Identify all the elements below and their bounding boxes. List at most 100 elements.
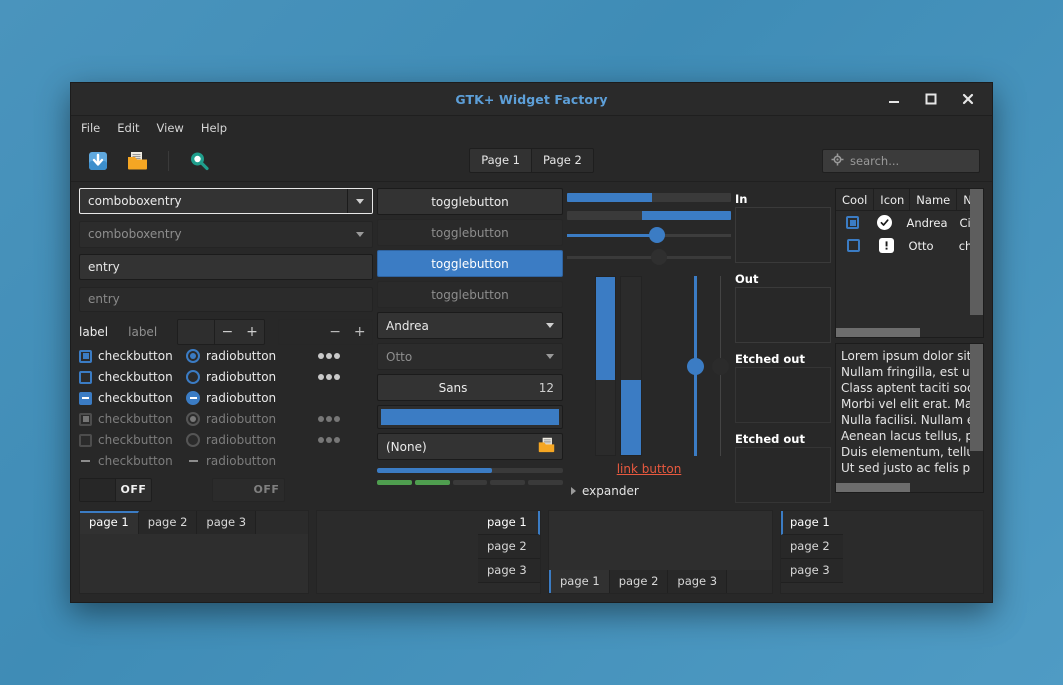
frame-title: Etched out — [735, 352, 809, 366]
entry-filled[interactable]: entry — [79, 254, 373, 280]
chevron-down-icon[interactable] — [347, 222, 372, 246]
checkbutton-item[interactable]: checkbutton — [79, 391, 186, 405]
search-wrap: search... — [822, 148, 980, 173]
spin-plus-button[interactable]: + — [347, 320, 372, 344]
table-row[interactable]: Otto ch — [836, 234, 983, 257]
file-chooser-button[interactable]: (None) — [377, 433, 563, 460]
vscale-fill-2[interactable] — [620, 276, 642, 456]
more-options-icon[interactable] — [318, 353, 340, 360]
column-header-name[interactable]: Name — [910, 189, 958, 210]
menu-view[interactable]: View — [157, 121, 184, 135]
radio-button[interactable] — [186, 370, 200, 385]
spinbutton[interactable]: − + — [177, 319, 266, 346]
togglebutton-2[interactable]: togglebutton — [377, 219, 563, 246]
hscale-fill-2[interactable] — [567, 206, 731, 224]
cell-cool[interactable] — [836, 239, 870, 252]
vslider[interactable] — [684, 276, 705, 456]
menu-file[interactable]: File — [81, 121, 100, 135]
hslider[interactable] — [567, 224, 731, 246]
treeview[interactable]: Cool Icon Name Ni — [835, 188, 984, 338]
textview-horizontal-scrollbar[interactable] — [836, 483, 970, 492]
treeview-horizontal-scrollbar[interactable] — [836, 328, 969, 337]
spinbutton-noentry[interactable]: − + — [278, 319, 373, 346]
notebook-tab-page-3[interactable]: page 3 — [478, 559, 540, 583]
color-button[interactable] — [377, 405, 563, 429]
checkbox[interactable] — [79, 349, 92, 363]
radiobutton-item[interactable]: radiobutton — [186, 370, 296, 385]
togglebutton-1[interactable]: togglebutton — [377, 188, 563, 215]
notebook-tab-page-3[interactable]: page 3 — [781, 559, 843, 583]
menu-help[interactable]: Help — [201, 121, 227, 135]
hscale-fill-1[interactable] — [567, 188, 731, 206]
font-button[interactable]: Sans 12 — [377, 374, 563, 401]
vscale-fill-1[interactable] — [595, 276, 617, 456]
search-input[interactable]: search... — [822, 148, 980, 173]
radio-button[interactable] — [186, 391, 200, 406]
checkbox[interactable] — [79, 391, 92, 405]
textview-line: Duis elementum, tellus — [841, 445, 981, 459]
spin-plus-button[interactable]: + — [239, 320, 265, 345]
menu-edit[interactable]: Edit — [117, 121, 139, 135]
link-button[interactable]: link button — [567, 462, 731, 476]
notebook-tab-page-2[interactable]: page 2 — [138, 511, 198, 534]
checkbutton-item[interactable]: checkbutton — [79, 349, 186, 363]
scrollbar-thumb[interactable] — [970, 189, 983, 315]
notebook-tab-page-2[interactable]: page 2 — [478, 535, 540, 559]
checkbutton-item[interactable]: checkbutton — [79, 370, 186, 384]
notebook-tab-page-2[interactable]: page 2 — [781, 535, 843, 559]
notebook-tab-page-1[interactable]: page 1 — [781, 511, 843, 535]
search-magnifier-icon[interactable] — [184, 146, 214, 176]
column-header-cool[interactable]: Cool — [836, 189, 875, 210]
radiobutton-item[interactable]: radiobutton — [186, 349, 296, 364]
notebook-tab-page-3[interactable]: page 3 — [668, 570, 728, 593]
entry-placeholder[interactable]: entry — [79, 286, 373, 312]
scrollbar-thumb[interactable] — [836, 328, 920, 337]
checkbox[interactable] — [79, 370, 92, 384]
tab-page-1[interactable]: Page 1 — [470, 149, 532, 172]
switch-enabled[interactable]: OFF — [79, 477, 152, 502]
check-radio-grid: checkbutton radiobutton checkbutton radiobu… — [79, 346, 373, 472]
combobox-name[interactable]: Andrea — [377, 312, 563, 339]
notebook-tab-page-1[interactable]: page 1 — [549, 570, 610, 593]
radiobutton-item: radiobutton — [186, 454, 296, 468]
chevron-down-icon[interactable] — [537, 313, 562, 338]
combobox-name-flat[interactable]: Otto — [377, 343, 563, 370]
download-icon[interactable] — [83, 146, 113, 176]
treeview-vertical-scrollbar[interactable] — [970, 189, 983, 337]
maximize-icon[interactable] — [923, 91, 939, 107]
notebook-tab-page-2[interactable]: page 2 — [609, 570, 669, 593]
more-options-icon[interactable] — [318, 374, 340, 381]
chevron-down-icon[interactable] — [537, 344, 562, 369]
cell-cool[interactable] — [836, 216, 869, 229]
textview[interactable]: Lorem ipsum dolor sit a Nullam fringilla,… — [835, 343, 984, 493]
radio-button[interactable] — [186, 349, 200, 364]
spin-minus-button[interactable]: − — [323, 320, 348, 344]
check-radio-row: checkbutton radiobutton — [79, 430, 373, 451]
notebook-tab-page-1[interactable]: page 1 — [80, 511, 139, 534]
spinbutton-value[interactable] — [178, 320, 216, 345]
scrollbar-thumb[interactable] — [836, 483, 910, 492]
close-icon[interactable] — [960, 91, 976, 107]
tab-page-2[interactable]: Page 2 — [532, 149, 593, 172]
textview-line: Nulla facilisi. Nullam el — [841, 413, 978, 427]
notebook-tab-page-3[interactable]: page 3 — [197, 511, 257, 534]
comboboxentry-flat[interactable]: comboboxentry — [79, 221, 373, 248]
spinbutton-noentry-value[interactable] — [279, 320, 322, 344]
spin-minus-button[interactable]: − — [215, 320, 240, 345]
minimize-icon[interactable] — [886, 91, 902, 107]
togglebutton-3-active[interactable]: togglebutton — [377, 250, 563, 277]
comboboxentry-focused[interactable]: comboboxentry — [79, 188, 373, 215]
table-row[interactable]: Andrea Ci — [836, 211, 983, 234]
row-checkbox[interactable] — [846, 216, 860, 229]
notebook-tab-page-1[interactable]: page 1 — [478, 511, 540, 535]
chevron-down-icon[interactable] — [347, 189, 372, 214]
open-folder-icon[interactable] — [123, 146, 153, 176]
radiobutton-item[interactable]: radiobutton — [186, 391, 296, 406]
expander[interactable]: expander — [567, 484, 731, 498]
radio-button — [186, 412, 200, 427]
scrollbar-thumb[interactable] — [970, 344, 983, 451]
textview-vertical-scrollbar[interactable] — [970, 344, 983, 492]
column-header-icon[interactable]: Icon — [874, 189, 911, 210]
togglebutton-4[interactable]: togglebutton — [377, 281, 563, 308]
row-checkbox[interactable] — [846, 239, 860, 252]
